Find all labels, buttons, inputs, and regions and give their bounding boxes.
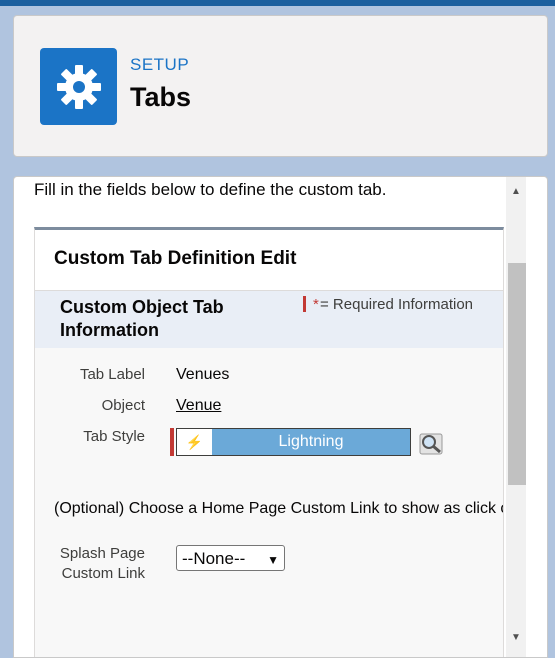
- custom-tab-edit-panel: Custom Tab Definition Edit Custom Object…: [34, 227, 504, 657]
- object-link[interactable]: Venue: [176, 397, 221, 415]
- required-star: *: [313, 296, 319, 313]
- splash-page-label: Splash Page Custom Link: [59, 545, 145, 582]
- scrollbar[interactable]: ▲ ▼: [506, 177, 526, 657]
- panel-title: Custom Tab Definition Edit: [54, 248, 297, 269]
- object-label: Object: [101, 397, 145, 414]
- scroll-down-icon[interactable]: ▼: [506, 629, 526, 645]
- top-strip: [0, 0, 555, 6]
- section-title: Custom Object Tab Information: [60, 297, 224, 340]
- required-info-text: = Required Information: [320, 296, 474, 313]
- gear-icon: [40, 48, 117, 125]
- tab-style-value: Lightning: [212, 429, 410, 455]
- tab-style-field[interactable]: ⚡ Lightning: [176, 428, 411, 456]
- page-header: SETUP Tabs: [13, 15, 548, 157]
- lookup-icon[interactable]: [419, 431, 445, 457]
- intro-text: Fill in the fields below to define the c…: [34, 180, 387, 199]
- tab-label-label: Tab Label: [79, 366, 145, 383]
- splash-page-select[interactable]: --None-- ▼: [176, 545, 285, 571]
- tab-style-label: Tab Style: [83, 428, 145, 445]
- optional-custom-link-text: (Optional) Choose a Home Page Custom Lin…: [54, 500, 503, 517]
- content-card: Fill in the fields below to define the c…: [13, 176, 548, 658]
- page-title: Tabs: [130, 82, 192, 112]
- section-header: Custom Object Tab Information * = Requir…: [35, 291, 503, 348]
- required-marker: [170, 428, 174, 456]
- required-marker: [303, 296, 306, 312]
- lightning-icon: ⚡: [177, 429, 212, 455]
- scrollbar-thumb[interactable]: [508, 263, 526, 485]
- splash-page-selected: --None--: [182, 549, 246, 568]
- chevron-down-icon: ▼: [267, 553, 279, 567]
- scroll-up-icon[interactable]: ▲: [506, 183, 526, 199]
- panel-header: Custom Tab Definition Edit: [35, 230, 503, 291]
- breadcrumb-setup: SETUP: [130, 55, 190, 74]
- tab-label-value: Venues: [176, 366, 230, 383]
